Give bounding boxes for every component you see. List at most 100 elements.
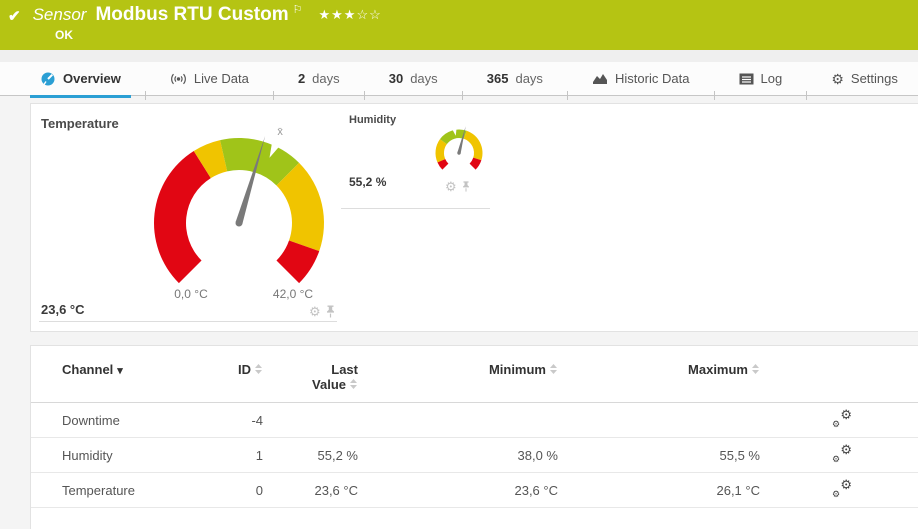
- tab-log[interactable]: Log: [729, 62, 793, 96]
- tab-separator: [272, 91, 274, 100]
- sensor-status-header: ✔ Sensor Modbus RTU Custom ⚐ ★★★☆☆ OK: [0, 0, 918, 50]
- pin-icon[interactable]: [326, 305, 335, 318]
- tab-365-days-number: 365: [486, 71, 509, 86]
- gear-icon: ⚙: [840, 406, 852, 422]
- channel-last-value: [273, 402, 368, 438]
- tab-overview[interactable]: Overview: [30, 62, 131, 98]
- channel-name[interactable]: Humidity: [31, 437, 201, 473]
- tab-bar: Overview Live Data 2 days 30 days 365 da…: [0, 62, 918, 100]
- tab-historic-data[interactable]: Historic Data: [582, 62, 699, 96]
- tab-settings[interactable]: ⚙ Settings: [821, 62, 908, 96]
- sort-icon: [550, 364, 557, 374]
- temperature-scale-max: 42,0 °C: [272, 287, 314, 301]
- header-divider-strip: [0, 50, 918, 62]
- log-list-icon: [739, 73, 754, 84]
- column-header-id-label: ID: [238, 362, 251, 377]
- channel-id: 1: [201, 437, 273, 473]
- column-header-channel[interactable]: Channel ▾: [31, 346, 201, 403]
- humidity-gauge-panel: Humidity 55,2 % ⚙: [341, 104, 491, 209]
- channel-last-value: 55,2 %: [273, 437, 368, 473]
- gear-icon[interactable]: ⚙: [309, 305, 321, 318]
- panel-divider: [341, 208, 490, 209]
- channel-name[interactable]: Downtime: [31, 402, 201, 438]
- column-header-minimum-label: Minimum: [488, 362, 546, 377]
- temperature-gauge: x̄: [153, 126, 324, 284]
- sort-icon: [752, 364, 759, 374]
- gear-icon: ⚙: [832, 453, 841, 464]
- priority-stars[interactable]: ★★★☆☆: [318, 7, 381, 23]
- sort-icon: [350, 379, 357, 389]
- table-row: Humidity 1 55,2 % 38,0 % 55,5 % ⚙ ⚙: [31, 437, 918, 473]
- channel-settings-gears-icon[interactable]: ⚙ ⚙: [832, 476, 852, 499]
- tab-log-label: Log: [760, 71, 783, 86]
- gear-icon[interactable]: ⚙: [445, 180, 457, 193]
- humidity-current-value: 55,2 %: [349, 175, 387, 189]
- tab-settings-label: Settings: [850, 71, 898, 86]
- humidity-panel-title: Humidity: [349, 114, 397, 126]
- channel-maximum: [568, 402, 770, 438]
- gear-icon: ⚙: [840, 476, 852, 492]
- table-row: Downtime -4 ⚙ ⚙: [31, 402, 918, 438]
- tab-separator: [461, 91, 463, 100]
- ok-check-icon: ✔: [8, 8, 21, 25]
- gear-icon: ⚙: [832, 418, 841, 429]
- channel-maximum: 26,1 °C: [568, 472, 770, 508]
- column-header-minimum[interactable]: Minimum: [368, 346, 568, 403]
- chevron-down-icon: ▾: [117, 365, 123, 377]
- channels-table: Channel▾ ID Last Value Minimum Maximum: [31, 346, 918, 508]
- sensor-title: Modbus RTU Custom: [95, 4, 289, 25]
- tab-365-days-label: days: [515, 71, 543, 86]
- tab-live-data-label: Live Data: [193, 71, 249, 86]
- tab-live-data[interactable]: Live Data: [160, 62, 259, 96]
- panel-divider: [39, 321, 337, 322]
- tab-30-days-label: days: [410, 71, 438, 86]
- column-header-actions: [770, 346, 918, 403]
- tab-2-days[interactable]: 2 days: [288, 62, 350, 96]
- column-header-channel-label: Channel: [62, 362, 114, 377]
- channel-minimum: 38,0 %: [368, 437, 568, 473]
- channel-id: -4: [201, 402, 273, 438]
- column-header-id[interactable]: ID: [201, 346, 273, 403]
- tab-separator: [144, 91, 146, 100]
- pin-icon[interactable]: [462, 181, 470, 192]
- table-row: Temperature 0 23,6 °C 23,6 °C 26,1 °C ⚙ ⚙: [31, 472, 918, 508]
- tab-separator: [806, 91, 808, 100]
- humidity-gauge: [435, 126, 483, 170]
- temperature-panel-title: Temperature: [41, 116, 119, 131]
- live-signal-icon: [171, 73, 186, 84]
- tab-2-days-label: days: [312, 71, 340, 86]
- channel-settings-gears-icon[interactable]: ⚙ ⚙: [832, 441, 852, 464]
- tab-overview-label: Overview: [63, 71, 121, 86]
- tab-30-days[interactable]: 30 days: [379, 62, 448, 96]
- tab-separator: [363, 91, 365, 100]
- channel-name[interactable]: Temperature: [31, 472, 201, 508]
- gear-icon: ⚙: [840, 441, 852, 457]
- column-header-value-label: Value: [312, 377, 346, 392]
- object-kind-label: Sensor: [32, 5, 87, 24]
- tab-separator: [713, 91, 715, 100]
- channel-maximum: 55,5 %: [568, 437, 770, 473]
- column-header-last-value[interactable]: Last Value: [273, 346, 368, 403]
- temperature-current-value: 23,6 °C: [41, 302, 85, 317]
- channel-minimum: 23,6 °C: [368, 472, 568, 508]
- svg-text:x̄: x̄: [277, 126, 283, 138]
- status-badge: OK: [55, 28, 73, 42]
- tab-separator: [566, 91, 568, 100]
- settings-gear-icon: ⚙: [831, 70, 844, 87]
- column-header-maximum-label: Maximum: [688, 362, 748, 377]
- channel-minimum: [368, 402, 568, 438]
- sort-icon: [255, 364, 262, 374]
- flag-icon[interactable]: ⚐: [293, 3, 303, 16]
- temperature-gauge-panel: Temperature x̄ 0,0 °C 42,0 °C 23,6 °C ⚙: [31, 104, 338, 331]
- channel-last-value: 23,6 °C: [273, 472, 368, 508]
- tab-365-days[interactable]: 365 days: [477, 62, 553, 96]
- tab-historic-data-label: Historic Data: [615, 71, 690, 86]
- gauge-icon: [41, 72, 55, 85]
- column-header-maximum[interactable]: Maximum: [568, 346, 770, 403]
- temperature-scale-min: 0,0 °C: [174, 287, 208, 301]
- channel-settings-gears-icon[interactable]: ⚙ ⚙: [832, 406, 852, 429]
- channel-id: 0: [201, 472, 273, 508]
- tab-2-days-number: 2: [297, 71, 306, 86]
- gauges-card: Temperature x̄ 0,0 °C 42,0 °C 23,6 °C ⚙ …: [30, 103, 918, 332]
- historic-chart-icon: [593, 74, 608, 84]
